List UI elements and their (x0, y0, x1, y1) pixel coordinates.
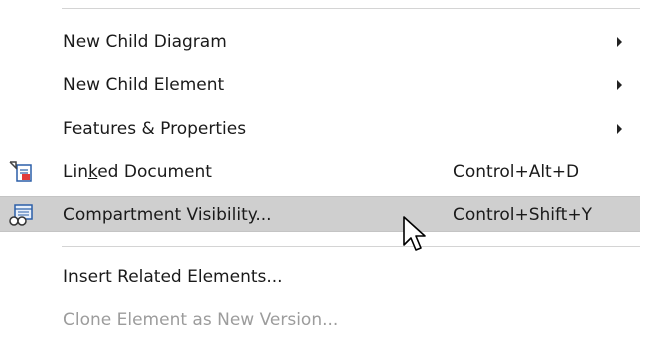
linked-document-icon (8, 160, 34, 184)
menu-item-features-properties[interactable]: Features & Properties (0, 111, 640, 147)
menu-item-label: New Child Element (63, 75, 225, 95)
menu-separator (62, 246, 640, 247)
menu-item-clone-element-as-new-version: Clone Element as New Version... (0, 302, 640, 338)
compartment-visibility-icon (8, 203, 34, 227)
menu-separator (62, 8, 640, 9)
menu-item-new-child-diagram[interactable]: New Child Diagram (0, 24, 640, 60)
submenu-arrow-icon (617, 80, 622, 90)
menu-item-label: New Child Diagram (63, 32, 227, 52)
menu-item-label: Insert Related Elements... (63, 267, 283, 287)
menu-item-label: Features & Properties (63, 119, 247, 139)
submenu-arrow-icon (617, 124, 622, 134)
menu-item-label: Linked Document (63, 162, 212, 182)
menu-item-shortcut: Control+Shift+Y (453, 205, 592, 225)
menu-item-label: Clone Element as New Version... (63, 310, 339, 330)
menu-item-linked-document[interactable]: Linked Document Control+Alt+D (0, 154, 640, 190)
menu-item-insert-related-elements[interactable]: Insert Related Elements... (0, 259, 640, 295)
submenu-arrow-icon (617, 37, 622, 47)
mouse-cursor-icon (402, 215, 428, 255)
menu-item-shortcut: Control+Alt+D (453, 162, 580, 182)
menu-item-compartment-visibility[interactable]: Compartment Visibility... Control+Shift+… (0, 196, 640, 232)
menu-item-label: Compartment Visibility... (63, 205, 272, 225)
context-menu: New Child Diagram New Child Element Feat… (0, 0, 662, 342)
menu-item-new-child-element[interactable]: New Child Element (0, 67, 640, 103)
